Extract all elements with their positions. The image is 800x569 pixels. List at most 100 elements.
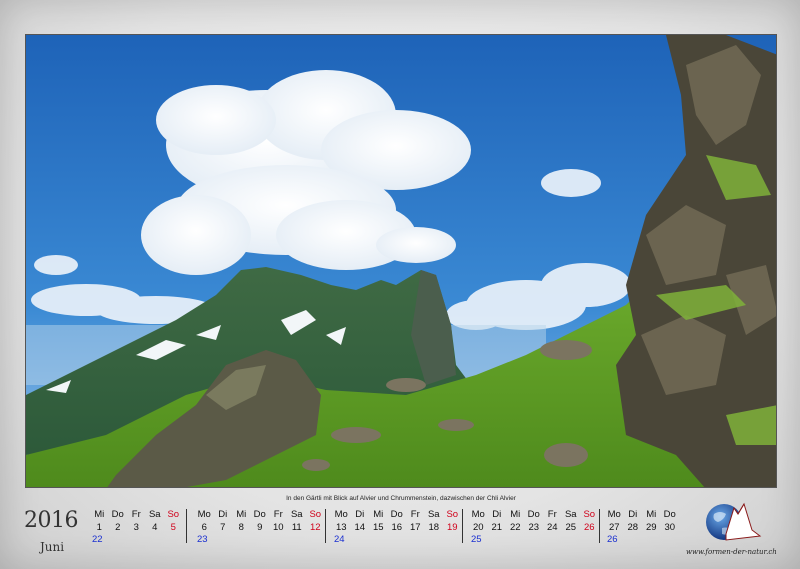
- day-cell: Do 2: [109, 509, 128, 534]
- calendar-year: 2016: [24, 508, 79, 533]
- week-number: 24: [334, 534, 345, 545]
- day-cell: Fr 24: [543, 509, 562, 534]
- day-name: Fr: [547, 509, 557, 520]
- day-cell: Sa 25: [562, 509, 581, 534]
- day-name: Do: [663, 509, 676, 520]
- day-number: 1: [96, 522, 102, 533]
- day-name: Do: [253, 509, 266, 520]
- day-number: 11: [291, 522, 302, 533]
- day-name: So: [309, 509, 322, 520]
- day-name: Fr: [410, 509, 420, 520]
- day-number: 20: [472, 522, 484, 533]
- day-name: Mi: [510, 509, 521, 520]
- day-number: 13: [335, 522, 347, 533]
- day-number: 23: [528, 522, 540, 533]
- day-cell: Mo 6: [195, 509, 214, 534]
- day-cell: Mi 1: [90, 509, 109, 534]
- day-name: Mi: [646, 509, 657, 520]
- day-cell: Do 23: [525, 509, 544, 534]
- day-name: Mo: [197, 509, 211, 520]
- day-name: Di: [492, 509, 502, 520]
- day-number: 9: [257, 522, 263, 533]
- day-cell: So 12: [306, 509, 325, 534]
- landscape-photo: [25, 34, 777, 488]
- day-name: Mo: [471, 509, 485, 520]
- day-name: So: [446, 509, 459, 520]
- day-cell: Do 16: [388, 509, 407, 534]
- week-number: 22: [92, 534, 103, 545]
- day-number: 6: [201, 522, 207, 533]
- day-number: 4: [152, 522, 158, 533]
- day-name: So: [583, 509, 596, 520]
- day-name: Di: [628, 509, 638, 520]
- day-cell: Sa 11: [288, 509, 307, 534]
- day-number: 14: [354, 522, 366, 533]
- day-name: Fr: [273, 509, 283, 520]
- day-name: Di: [355, 509, 365, 520]
- day-number: 7: [220, 522, 226, 533]
- day-cell: Mi 22: [506, 509, 525, 534]
- day-cell: Do 30: [661, 509, 680, 534]
- week-divider: [325, 509, 326, 543]
- day-number: 12: [309, 522, 321, 533]
- day-name: Di: [218, 509, 228, 520]
- day-number: 28: [627, 522, 639, 533]
- photo-caption: In den Gärtli mit Blick auf Alvier und C…: [286, 495, 516, 502]
- day-name: Do: [527, 509, 540, 520]
- calendar-month: Juni: [40, 540, 65, 554]
- day-name: Mi: [94, 509, 105, 520]
- day-cell: Fr 17: [406, 509, 425, 534]
- day-name: Sa: [427, 509, 440, 520]
- day-cell: Di 28: [624, 509, 643, 534]
- day-number: 22: [509, 522, 521, 533]
- day-number: 26: [583, 522, 595, 533]
- day-number: 19: [446, 522, 458, 533]
- day-cell: So 26: [580, 509, 599, 534]
- day-number: 17: [409, 522, 421, 533]
- day-name: Fr: [131, 509, 141, 520]
- day-cell: Mi 29: [642, 509, 661, 534]
- day-cell: Di 21: [488, 509, 507, 534]
- week-number: 23: [197, 534, 208, 545]
- calendar-week: Mo 13 Di 14 Mi 15 Do 16 Fr 17 Sa 18 So 19 24: [332, 509, 462, 547]
- day-number: 2: [115, 522, 121, 533]
- week-divider: [462, 509, 463, 543]
- week-divider: [599, 509, 600, 543]
- globe-with-mountain-icon: [704, 500, 764, 546]
- day-cell: Di 14: [351, 509, 370, 534]
- day-number: 29: [645, 522, 657, 533]
- day-cell: Sa 18: [425, 509, 444, 534]
- week-number: 25: [471, 534, 482, 545]
- day-number: 18: [428, 522, 440, 533]
- day-cell: Mi 15: [369, 509, 388, 534]
- day-name: Sa: [290, 509, 303, 520]
- day-number: 8: [238, 522, 244, 533]
- day-cell: Di 7: [214, 509, 233, 534]
- day-name: Mi: [373, 509, 384, 520]
- day-cell: Mi 8: [232, 509, 251, 534]
- day-cell: Mo 27: [605, 509, 624, 534]
- website-url: www.formen-der-natur.ch: [686, 548, 777, 556]
- day-cell: Fr 10: [269, 509, 288, 534]
- day-number: 27: [608, 522, 620, 533]
- calendar-week: Mo 27 Di 28 Mi 29 Do 30 26: [605, 509, 679, 547]
- week-number: 26: [607, 534, 618, 545]
- day-number: 25: [565, 522, 577, 533]
- day-cell: Fr 3: [127, 509, 146, 534]
- day-cell: Mo 13: [332, 509, 351, 534]
- calendar-week: Mo 20 Di 21 Mi 22 Do 23 Fr 24 Sa 25 So 26 25: [469, 509, 599, 547]
- day-number: 30: [664, 522, 676, 533]
- day-name: Do: [390, 509, 403, 520]
- day-number: 10: [272, 522, 284, 533]
- calendar-week: Mi 1 Do 2 Fr 3 Sa 4 So 5 22: [90, 509, 183, 547]
- day-name: Sa: [564, 509, 577, 520]
- day-name: Sa: [148, 509, 161, 520]
- day-name: Mo: [334, 509, 348, 520]
- day-number: 24: [546, 522, 558, 533]
- day-name: Do: [111, 509, 124, 520]
- day-number: 3: [133, 522, 139, 533]
- day-name: Mo: [607, 509, 621, 520]
- calendar-page: In den Gärtli mit Blick auf Alvier und C…: [0, 0, 800, 569]
- day-number: 5: [170, 522, 176, 533]
- week-divider: [186, 509, 187, 543]
